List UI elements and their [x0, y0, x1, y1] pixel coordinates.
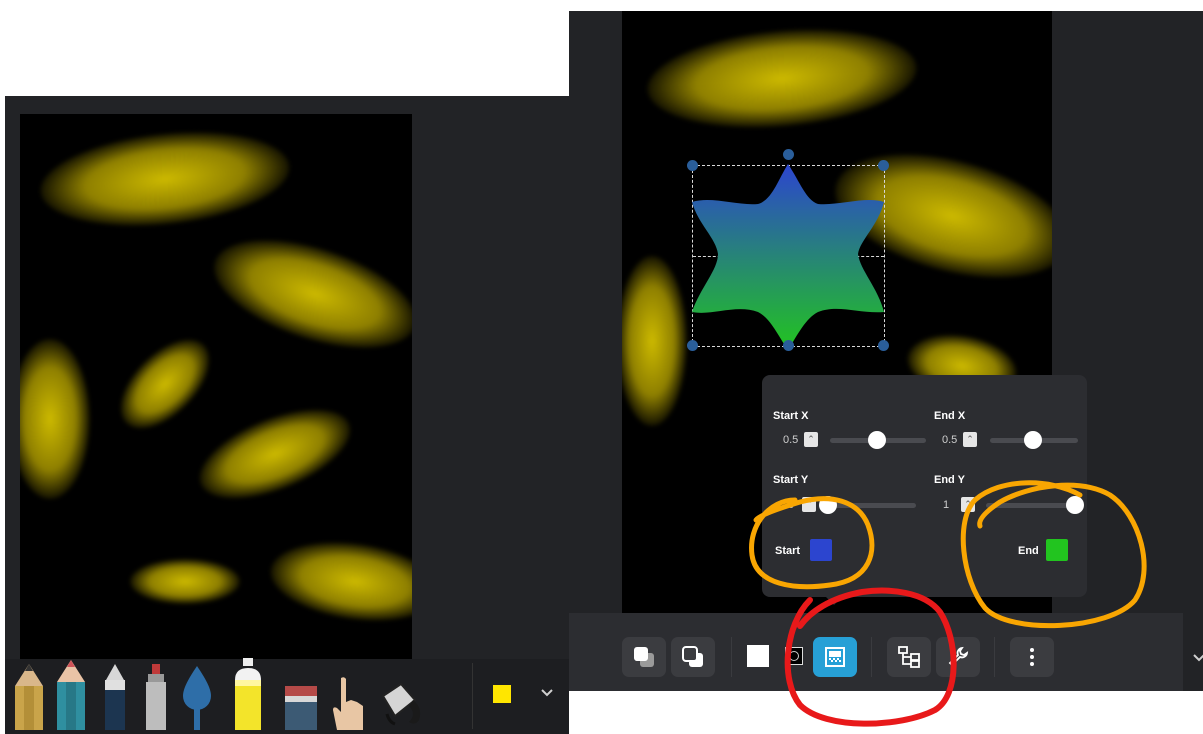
- start-y-value[interactable]: 0: [788, 499, 794, 511]
- fill-bucket-icon[interactable]: [379, 680, 427, 730]
- paint-stroke: [187, 391, 363, 517]
- ink-pen-icon[interactable]: [103, 664, 127, 730]
- chevron-down-icon[interactable]: [539, 685, 555, 701]
- end-y-value[interactable]: 1: [943, 499, 949, 511]
- paint-stroke: [622, 256, 687, 426]
- resize-handle[interactable]: [687, 340, 698, 351]
- end-x-label: End X: [934, 410, 966, 422]
- gradient-settings-popover: Start X 0.5 ⌃ End X 0.5 ⌃ Start Y 0 ⌃ En…: [762, 375, 1087, 605]
- more-vertical-icon[interactable]: [1010, 637, 1054, 677]
- resize-handle[interactable]: [878, 160, 889, 171]
- resize-handle[interactable]: [687, 160, 698, 171]
- paint-stroke: [35, 121, 295, 237]
- right-app-window: Start X 0.5 ⌃ End X 0.5 ⌃ Start Y 0 ⌃ En…: [569, 11, 1203, 691]
- paint-stroke: [265, 532, 412, 631]
- end-y-label: End Y: [934, 474, 965, 486]
- start-color-label: Start: [775, 545, 801, 557]
- resize-handle[interactable]: [783, 149, 794, 160]
- gradient-star-shape[interactable]: [688, 162, 888, 352]
- end-color-label: End: [1018, 545, 1039, 557]
- start-y-slider-knob[interactable]: [819, 496, 837, 514]
- chevron-down-icon[interactable]: [1193, 651, 1203, 665]
- pencil-icon[interactable]: [15, 664, 43, 730]
- right-bottom-toolbar: [569, 613, 1183, 691]
- fill-white-icon[interactable]: [747, 645, 769, 667]
- shape-selection-box[interactable]: [687, 149, 889, 351]
- end-y-stepper[interactable]: ⌃: [961, 497, 975, 512]
- paint-stroke: [643, 19, 921, 138]
- end-x-slider-knob[interactable]: [1024, 431, 1042, 449]
- left-tool-tray: [5, 658, 569, 734]
- send-backward-icon[interactable]: [671, 637, 715, 677]
- finger-smudge-icon[interactable]: [331, 676, 367, 730]
- toolbar-separator: [994, 637, 995, 677]
- start-x-slider-knob[interactable]: [868, 431, 886, 449]
- tray-divider: [472, 663, 473, 729]
- wrench-icon[interactable]: [936, 637, 980, 677]
- left-app-window: [5, 96, 569, 734]
- resize-handle[interactable]: [878, 340, 889, 351]
- hierarchy-icon[interactable]: [887, 637, 931, 677]
- eraser-icon[interactable]: [285, 686, 317, 730]
- end-color-swatch[interactable]: [1046, 539, 1068, 561]
- end-x-value[interactable]: 0.5: [942, 434, 957, 446]
- paint-stroke: [20, 339, 90, 499]
- start-x-value[interactable]: 0.5: [783, 434, 798, 446]
- colored-pencil-icon[interactable]: [57, 660, 85, 730]
- gradient-icon[interactable]: [813, 637, 857, 677]
- start-x-stepper[interactable]: ⌃: [804, 432, 818, 447]
- end-x-stepper[interactable]: ⌃: [963, 432, 977, 447]
- resize-handle[interactable]: [783, 340, 794, 351]
- bring-forward-icon[interactable]: [622, 637, 666, 677]
- water-drop-icon[interactable]: [181, 664, 213, 730]
- toolbar-separator: [871, 637, 872, 677]
- paint-stroke: [104, 323, 226, 445]
- toolbar-separator: [731, 637, 732, 677]
- end-y-slider-knob[interactable]: [1066, 496, 1084, 514]
- left-drawing-canvas[interactable]: [20, 114, 412, 659]
- start-y-stepper[interactable]: ⌃: [802, 497, 816, 512]
- spray-can-icon[interactable]: [231, 658, 265, 730]
- popover-arrow: [826, 597, 842, 605]
- stroke-icon[interactable]: [785, 647, 803, 665]
- start-x-label: Start X: [773, 410, 809, 422]
- marker-icon[interactable]: [145, 664, 167, 730]
- paint-stroke: [130, 559, 240, 604]
- start-y-label: Start Y: [773, 474, 809, 486]
- current-color-swatch[interactable]: [493, 685, 511, 703]
- start-color-swatch[interactable]: [810, 539, 832, 561]
- paint-stroke: [201, 218, 412, 370]
